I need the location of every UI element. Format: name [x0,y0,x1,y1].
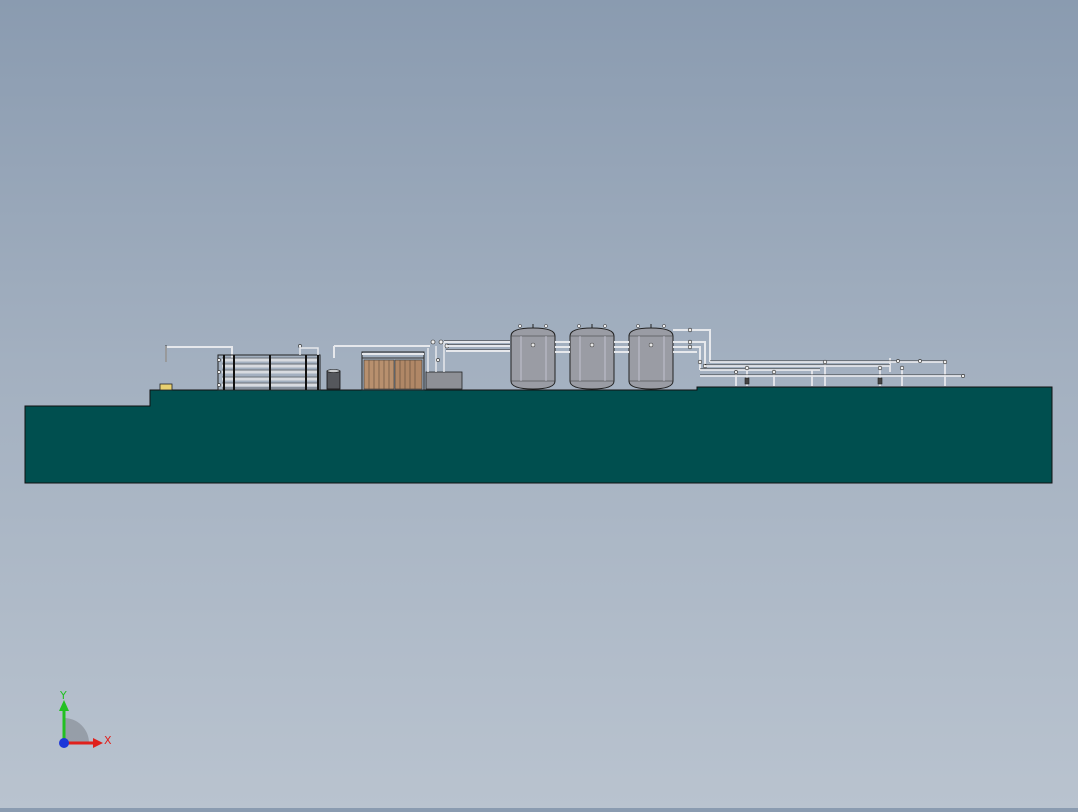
y-axis-label: Y [59,689,67,702]
valve-manifold[interactable] [425,339,463,390]
cartridge-filter-housing[interactable] [326,369,341,390]
coordinate-triad: Y X [59,689,112,748]
distribution-pipe-network[interactable] [700,358,965,386]
cad-viewport[interactable]: Y X [0,0,1078,808]
storage-tank-1[interactable] [510,324,556,390]
base-slab[interactable] [24,386,1053,484]
storage-tank-3[interactable] [628,324,674,390]
distribution-valves[interactable] [734,359,965,385]
x-axis-arrow [93,738,103,748]
triad-rotation-arc [64,718,89,743]
dosing-pump[interactable] [159,383,173,391]
x-axis-label: X [104,734,112,747]
model-view[interactable]: Y X [0,0,1078,808]
z-axis-dot [59,738,69,748]
uf-cartridge-skid[interactable] [361,351,425,391]
storage-tank-2[interactable] [569,324,615,390]
